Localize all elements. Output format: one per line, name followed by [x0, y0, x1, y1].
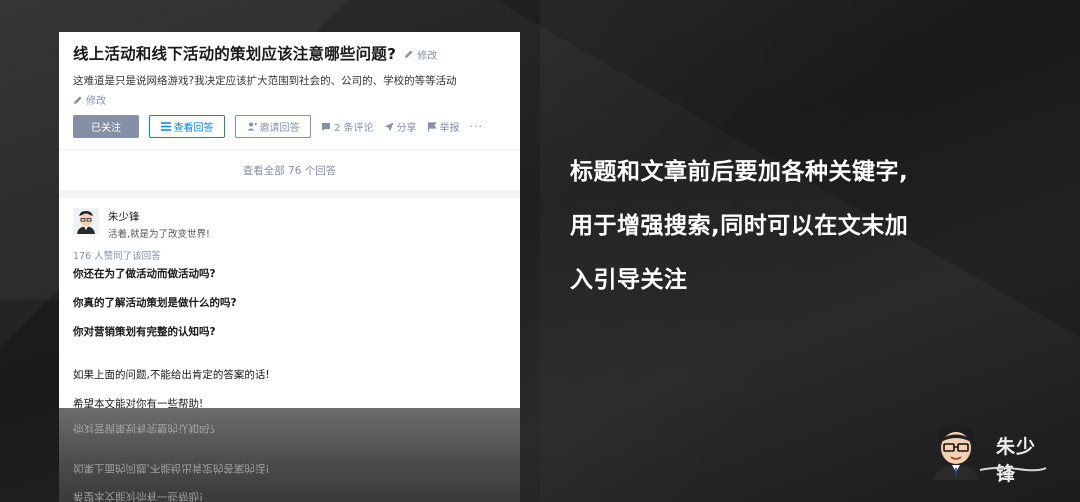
author-info: 朱少锋 活着,就是为了改变世界!: [108, 208, 210, 240]
card-reflection: 希望本文能对你有一些帮助! 如果上面的问题,不能给出肯定的答案的话! 你对营销策…: [59, 408, 520, 502]
view-answers-button[interactable]: 查看回答: [149, 115, 225, 138]
author-avatar[interactable]: [73, 208, 99, 234]
pen-icon: [74, 95, 82, 104]
reflection-line: 如果上面的问题,不能给出肯定的答案的话!: [73, 462, 270, 474]
edit-title-link[interactable]: 修改: [404, 47, 437, 62]
logo-name: 朱少锋: [996, 436, 1037, 485]
edit-description-label: 修改: [86, 96, 106, 107]
flag-icon: [427, 121, 437, 131]
question-title-row: 线上活动和线下活动的策划应该注意哪些问题? 修改: [73, 42, 506, 64]
followed-button[interactable]: 已关注: [73, 115, 139, 138]
headline-line: 用于增强搜索,同时可以在文末加: [570, 213, 909, 239]
invite-answer-button[interactable]: 邀请回答: [235, 115, 311, 138]
view-all-answers-link[interactable]: 查看全部 76 个回答: [59, 149, 520, 198]
comments-link[interactable]: 2 条评论: [321, 119, 374, 134]
comment-icon: [322, 122, 330, 131]
edit-description-link[interactable]: 修改: [73, 92, 506, 107]
reflection-line: 希望本文能对你有一些帮助!: [73, 490, 204, 502]
answer-line: 你还在为了做活动而做活动吗?: [73, 268, 216, 280]
share-link[interactable]: 分享: [384, 119, 417, 134]
add-user-icon: [247, 122, 257, 131]
invite-answer-label: 邀请回答: [259, 123, 300, 134]
report-label: 举报: [439, 123, 460, 134]
share-label: 分享: [396, 123, 417, 134]
question-description: 这难道是只是说网络游戏?我决定应该扩大范围到社会的、公司的、学校的等等活动: [73, 75, 457, 87]
background-shape: [0, 300, 60, 502]
headline-line: 入引导关注: [570, 267, 688, 293]
pen-icon: [405, 50, 413, 58]
comments-label: 2 条评论: [334, 123, 374, 134]
brand-logo: 朱少锋: [924, 420, 1054, 490]
question-title: 线上活动和线下活动的策划应该注意哪些问题?: [73, 45, 397, 63]
answer-item: 朱少锋 活着,就是为了改变世界! 176 人赞同了该回答 你还在为了做活动而做活…: [59, 198, 520, 411]
brush-stroke-icon: [979, 466, 1047, 472]
question-header: 线上活动和线下活动的策划应该注意哪些问题? 修改 这难道是只是说网络游戏?我决定…: [59, 32, 520, 149]
answer-line: 你真的了解活动策划是做什么的吗?: [73, 297, 237, 309]
view-answers-label: 查看回答: [173, 123, 214, 134]
answer-line: 如果上面的问题,不能给出肯定的答案的话!: [73, 369, 270, 381]
reflection-content: 希望本文能对你有一些帮助! 如果上面的问题,不能给出肯定的答案的话! 你对营销策…: [73, 421, 503, 502]
author-name[interactable]: 朱少锋: [108, 209, 210, 224]
paper-plane-icon: [384, 122, 394, 131]
headline-line: 标题和文章前后要加各种关键字,: [570, 159, 909, 185]
report-link[interactable]: 举报: [427, 119, 460, 134]
vote-count: 176 人赞同了该回答: [73, 251, 161, 262]
question-actions: 已关注 查看回答 邀请回答 2 条评论 分享 举报 ···: [73, 115, 506, 149]
author-avatar-icon: [73, 208, 99, 234]
cartoon-avatar-icon: [934, 424, 978, 480]
answer-line: 你对营销策划有完整的认知吗?: [73, 326, 216, 338]
slide-headline: 标题和文章前后要加各种关键字, 用于增强搜索,同时可以在文末加 入引导关注: [570, 145, 1040, 307]
author-bio: 活着,就是为了改变世界!: [108, 229, 210, 240]
answer-author: 朱少锋 活着,就是为了改变世界!: [73, 208, 506, 240]
more-options-button[interactable]: ···: [470, 120, 484, 133]
edit-title-label: 修改: [417, 50, 438, 62]
reflection-line: 你对营销策划有完整的认知吗?: [73, 422, 216, 434]
list-icon: [160, 122, 171, 131]
